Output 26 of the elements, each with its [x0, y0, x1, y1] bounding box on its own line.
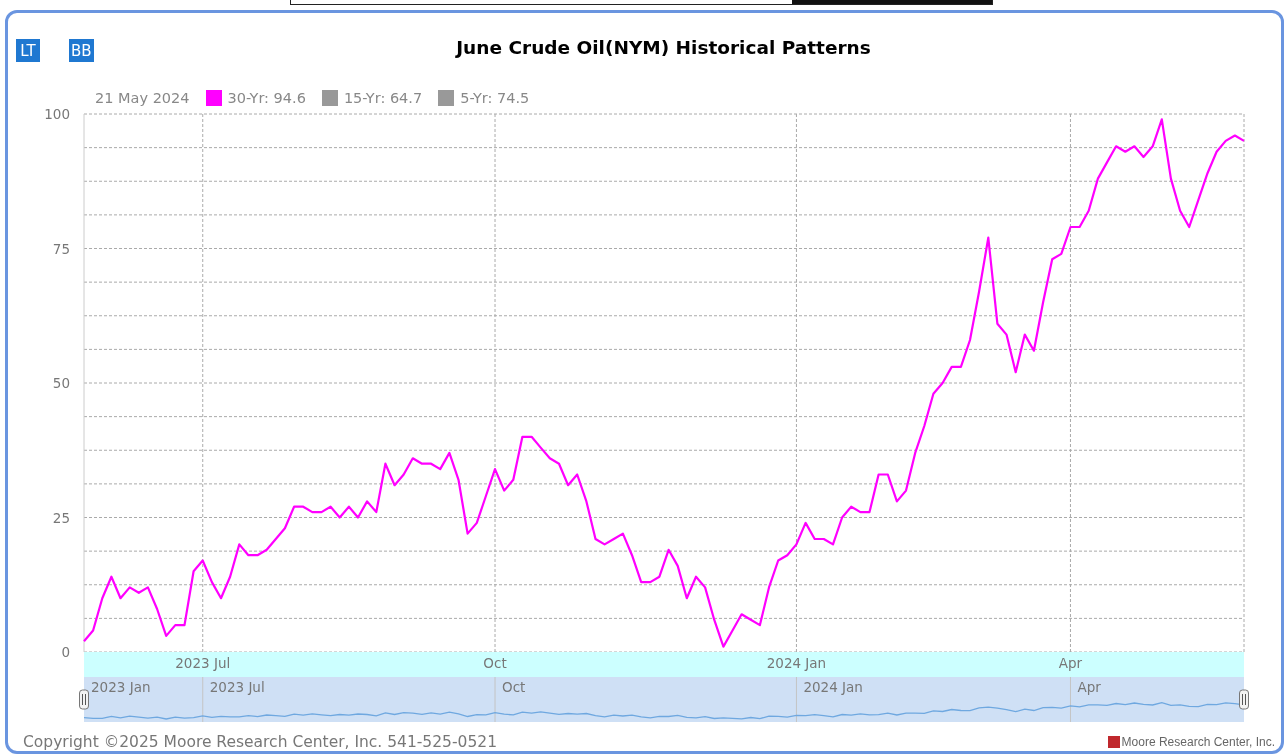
legend-item[interactable]: 5-Yr: 74.5 — [438, 90, 530, 107]
copyright-text: Copyright ©2025 Moore Research Center, Inc. 541-525-0521 — [23, 733, 497, 751]
axis-tick-label: 2023 Jul — [175, 655, 231, 672]
navigator-label: 2023 Jul — [209, 679, 265, 696]
navigator-handle[interactable] — [79, 689, 89, 710]
navigator-label: Oct — [502, 679, 526, 696]
toolbar-button[interactable]: BB — [69, 39, 94, 63]
logo-icon — [1107, 736, 1120, 748]
legend-item[interactable]: 30-Yr: 94.6 — [205, 90, 306, 107]
axis-tick-label: 25 — [52, 509, 70, 526]
axis-tick-label: Apr — [1058, 655, 1083, 672]
credit-link[interactable]: Moore Research Center, Inc. — [1107, 735, 1275, 751]
legend-item[interactable]: 15-Yr: 64.7 — [321, 90, 423, 107]
axis-tick-label: Oct — [483, 655, 507, 672]
navigator-label: 2023 Jan — [91, 679, 151, 696]
navigator-label: Apr — [1077, 679, 1101, 696]
axis-tick-label: 2024 Jan — [766, 655, 827, 672]
toolbar-button[interactable]: LT — [16, 39, 40, 63]
chart-title: June Crude Oil(NYM) Historical Patterns — [454, 37, 871, 58]
axis-tick-label: 50 — [52, 375, 70, 392]
axis-tick-label: 0 — [61, 644, 70, 661]
axis-tick-label: 100 — [44, 106, 70, 123]
navigator-handle[interactable] — [1239, 689, 1249, 710]
navigator-label: 2024 Jan — [803, 679, 863, 696]
axis-tick-label: 75 — [52, 240, 70, 257]
legend-date: 21 May 2024 — [95, 90, 190, 107]
